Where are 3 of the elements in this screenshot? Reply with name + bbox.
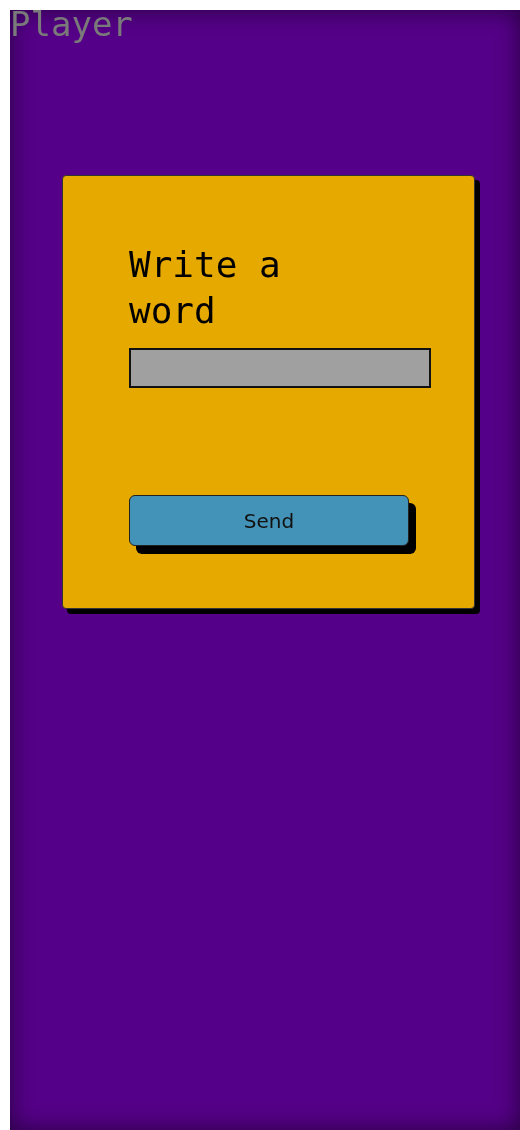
word-prompt: Write a word [129, 243, 282, 333]
word-input-field[interactable] [129, 348, 431, 388]
player-title: Player [10, 4, 133, 44]
